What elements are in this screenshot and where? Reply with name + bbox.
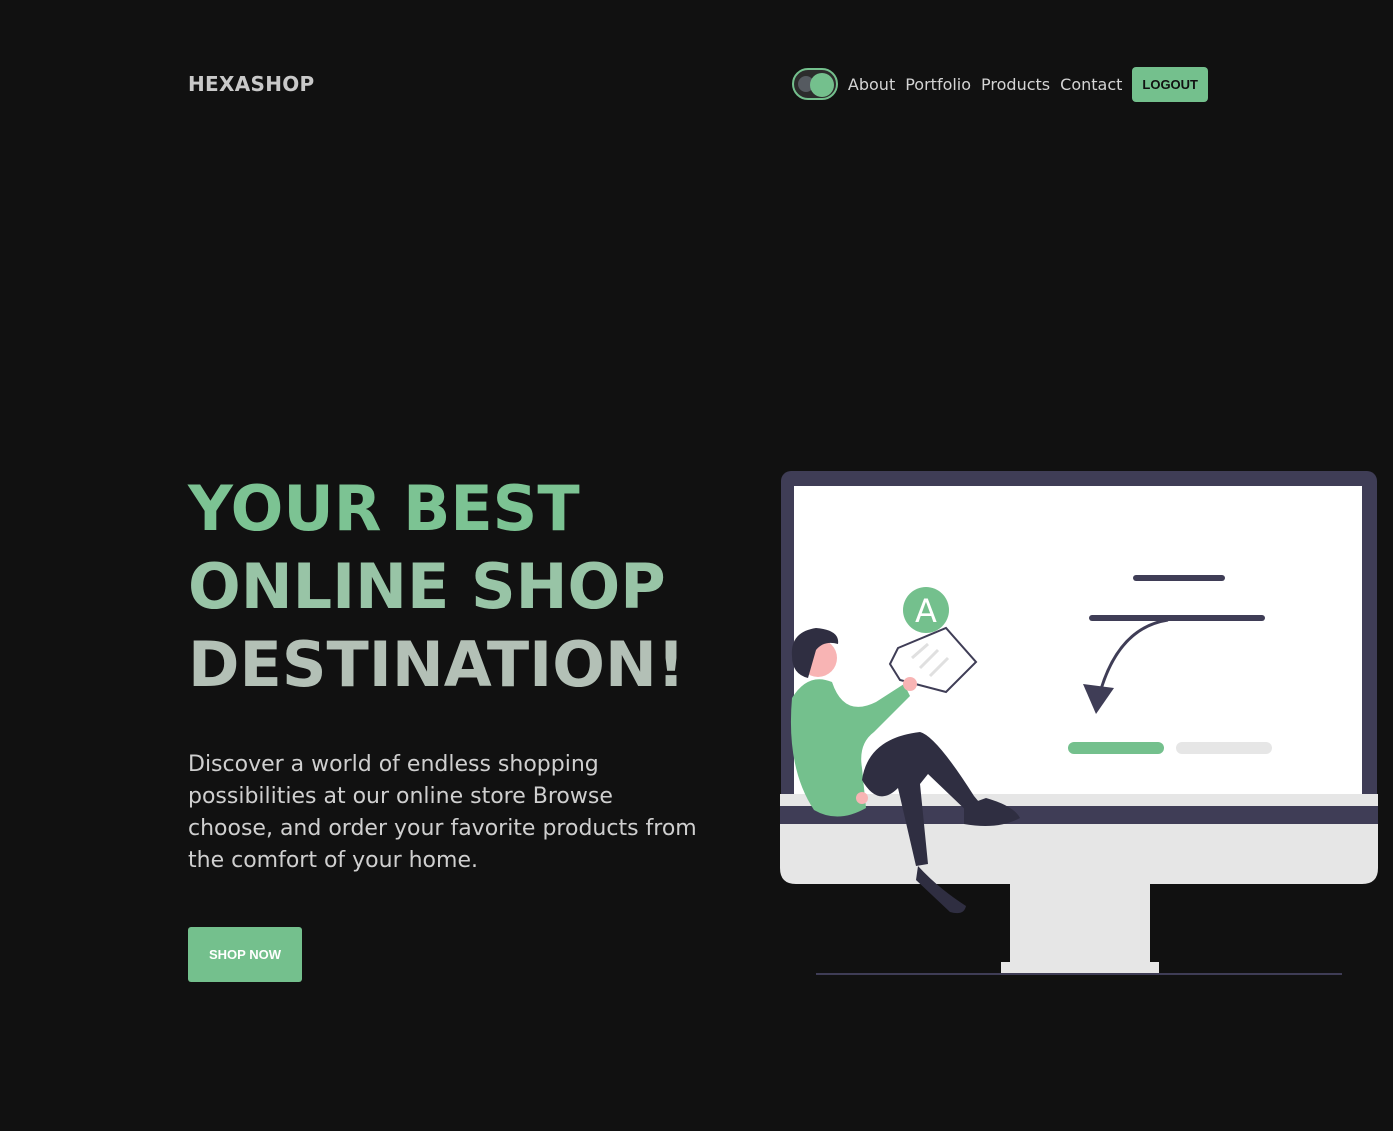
hero-title-line-3: DESTINATION!	[188, 628, 686, 701]
nav-link-products[interactable]: Products	[981, 75, 1050, 94]
main-nav: About Portfolio Products Contact LOGOUT	[791, 66, 1208, 102]
nav-link-portfolio[interactable]: Portfolio	[905, 75, 971, 94]
toggle-knob	[809, 73, 834, 97]
monitor-base	[1001, 962, 1159, 974]
screen-green-bar	[1068, 742, 1164, 754]
hero-title: YOUR BEST ONLINE SHOP DESTINATION!	[188, 470, 728, 704]
monitor-stand	[1010, 884, 1150, 962]
hero-title-line-2: ONLINE SHOP	[188, 550, 666, 623]
screen-gray-bar	[1176, 742, 1272, 754]
site-header: HEXASHOP About Portfolio Products Contac…	[188, 66, 1208, 102]
theme-toggle[interactable]	[791, 68, 838, 100]
nav-link-about[interactable]: About	[848, 75, 895, 94]
hero-title-line-1: YOUR BEST	[188, 472, 580, 545]
nav-link-contact[interactable]: Contact	[1060, 75, 1122, 94]
monitor-bezel	[780, 806, 1378, 824]
hero-description: Discover a world of endless shopping pos…	[188, 752, 697, 873]
brand-logo[interactable]: HEXASHOP	[188, 72, 315, 96]
hero-illustration: A	[780, 471, 1378, 975]
logout-button[interactable]: LOGOUT	[1132, 66, 1208, 102]
badge-letter: A	[915, 592, 937, 630]
person-hand	[856, 792, 868, 804]
shop-now-button[interactable]: SHOP NOW	[188, 927, 302, 982]
person-hand	[903, 677, 917, 691]
